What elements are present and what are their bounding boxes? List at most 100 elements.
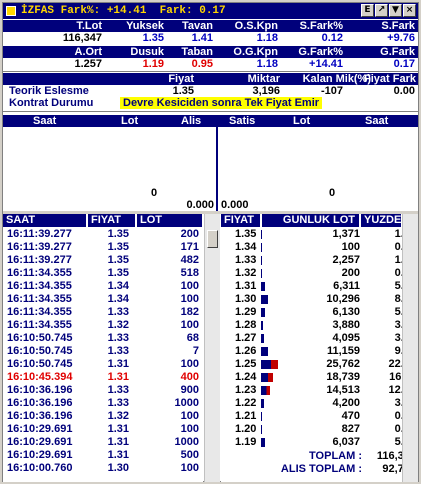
trade-row[interactable]: 16:11:34.355 1.34 100 — [3, 280, 203, 293]
ob-hdr-saat-buy[interactable]: Saat — [33, 115, 56, 127]
val-sfark: +9.76 — [387, 32, 415, 44]
depth-row[interactable]: 1.2418,73916.11 — [221, 371, 418, 384]
trades-list[interactable]: SAAT FIYAT LOT 16:11:39.277 1.35 200 16:11:… — [3, 214, 203, 482]
depth-price: 1.25 — [235, 358, 257, 370]
detach-icon[interactable]: ↗ — [375, 4, 388, 17]
trades-scrollbar[interactable] — [204, 214, 220, 482]
teorik-row: Teorik Eslesme 1.35 3,196 -107 0.00 — [3, 85, 418, 97]
ob-hdr-saat-sell[interactable]: Saat — [365, 115, 388, 127]
depth-price: 1.26 — [235, 345, 257, 357]
depth-bar — [261, 425, 262, 434]
depth-price: 1.34 — [235, 241, 257, 253]
trade-row[interactable]: 16:10:36.196 1.32 100 — [3, 410, 203, 423]
depth-row[interactable]: 1.2525,76222.14 — [221, 358, 418, 371]
depth-row[interactable]: 1.208270.71 — [221, 423, 418, 436]
hdr-yuksek: Yuksek — [126, 20, 164, 32]
depth-row[interactable]: 1.341000.09 — [221, 241, 418, 254]
trade-row[interactable]: 16:11:34.355 1.35 518 — [3, 267, 203, 280]
trade-row[interactable]: 16:10:45.394 1.31 400 — [3, 371, 203, 384]
ob-hdr-lot-buy[interactable]: Lot — [121, 115, 138, 127]
depth-bar — [261, 347, 268, 356]
depth-row[interactable]: 1.2314,51312.47 — [221, 384, 418, 397]
trade-lot: 1000 — [174, 436, 199, 448]
trade-time: 16:11:39.277 — [7, 241, 72, 253]
trade-lot: 200 — [180, 228, 199, 240]
depth-lot: 4,200 — [332, 397, 360, 409]
depth-row[interactable]: 1.274,0953.52 — [221, 332, 418, 345]
trade-lot: 100 — [180, 319, 199, 331]
trade-row[interactable]: 16:11:34.355 1.33 182 — [3, 306, 203, 319]
depth-price: 1.32 — [235, 267, 257, 279]
ob-hdr-alis[interactable]: Alis — [181, 115, 201, 127]
depth-lot: 3,880 — [332, 319, 360, 331]
trade-row[interactable]: 16:11:34.355 1.34 100 — [3, 293, 203, 306]
trade-row[interactable]: 16:10:50.745 1.33 68 — [3, 332, 203, 345]
depth-lot: 6,037 — [332, 436, 360, 448]
window-menu-icon[interactable] — [6, 6, 16, 16]
ob-hdr-satis[interactable]: Satis — [229, 115, 255, 127]
depth-row[interactable]: 1.2611,1599.59 — [221, 345, 418, 358]
depth-row[interactable]: 1.316,3115.42 — [221, 280, 418, 293]
depth-scrollbar[interactable] — [402, 214, 418, 482]
scroll-thumb[interactable] — [207, 230, 218, 248]
val-taban: 0.95 — [191, 58, 213, 70]
trade-row[interactable]: 16:11:39.277 1.35 171 — [3, 241, 203, 254]
trade-lot: 900 — [180, 384, 199, 396]
trade-price: 1.30 — [107, 462, 129, 474]
trade-row[interactable]: 16:10:00.760 1.30 100 — [3, 462, 203, 475]
trade-row[interactable]: 16:10:29.691 1.31 500 — [3, 449, 203, 462]
trade-row[interactable]: 16:11:39.277 1.35 482 — [3, 254, 203, 267]
trade-row[interactable]: 16:10:29.691 1.31 100 — [3, 423, 203, 436]
ob-hdr-lot-sell[interactable]: Lot — [293, 115, 310, 127]
depth-list[interactable]: FIYAT GUNLUK LOT YUZDE TOPLAM : 116,347 … — [221, 214, 418, 482]
trade-row[interactable]: 16:10:29.691 1.31 1000 — [3, 436, 203, 449]
depth-row[interactable]: 1.332,2571.94 — [221, 254, 418, 267]
toplam-label: TOPLAM : — [309, 450, 362, 462]
hdr-ogkpn: O.G.Kpn — [233, 46, 278, 58]
depth-row[interactable]: 1.224,2003.61 — [221, 397, 418, 410]
trade-row[interactable]: 16:10:36.196 1.33 1000 — [3, 397, 203, 410]
dropdown-icon[interactable]: ▼ — [389, 4, 402, 17]
depth-price: 1.22 — [235, 397, 257, 409]
hdr-oskpn: O.S.Kpn — [234, 20, 278, 32]
close-icon[interactable]: × — [403, 4, 416, 17]
orderbook-area[interactable]: 0 0.000 0.000 0 — [3, 127, 418, 211]
trades-hdr-lot[interactable]: LOT — [137, 214, 203, 227]
hdr-sfark: S.Fark — [381, 20, 415, 32]
depth-row[interactable]: 1.322000.17 — [221, 267, 418, 280]
depth-price: 1.27 — [235, 332, 257, 344]
trade-price: 1.33 — [107, 345, 129, 357]
trade-row[interactable]: 16:11:39.277 1.35 200 — [3, 228, 203, 241]
trade-price: 1.34 — [107, 293, 129, 305]
depth-row[interactable]: 1.351,3711.18 — [221, 228, 418, 241]
depth-hdr-lot[interactable]: GUNLUK LOT — [262, 214, 360, 227]
depth-row[interactable]: 1.196,0375.19 — [221, 436, 418, 449]
depth-row[interactable]: 1.214700.40 — [221, 410, 418, 423]
depth-lot: 14,513 — [326, 384, 360, 396]
depth-hdr-fiyat[interactable]: FIYAT — [221, 214, 261, 227]
title-bar[interactable]: İZFAS Fark%: +14.41 Fark: 0.17 E ↗ ▼ × — [3, 3, 418, 19]
trade-time: 16:10:36.196 — [7, 397, 73, 409]
depth-bar — [261, 373, 273, 382]
summary-header-2: A.Ort Dusuk Taban O.G.Kpn G.Fark% G.Fark — [3, 46, 418, 58]
depth-row[interactable]: 1.3010,2968.85 — [221, 293, 418, 306]
trade-price: 1.32 — [107, 319, 129, 331]
trades-hdr-fiyat[interactable]: FIYAT — [88, 214, 136, 227]
e-button[interactable]: E — [361, 4, 374, 17]
trade-price: 1.35 — [107, 241, 129, 253]
trade-time: 16:11:39.277 — [7, 228, 72, 240]
trade-lot: 7 — [192, 345, 199, 357]
divider — [3, 111, 418, 112]
depth-row[interactable]: 1.283,8803.33 — [221, 319, 418, 332]
hdr-aort: A.Ort — [74, 46, 103, 58]
hdr-tavan: Tavan — [182, 20, 213, 32]
trade-row[interactable]: 16:10:36.196 1.33 900 — [3, 384, 203, 397]
trade-row[interactable]: 16:11:34.355 1.32 100 — [3, 319, 203, 332]
depth-price: 1.21 — [235, 410, 257, 422]
hdr-dusuk: Dusuk — [130, 46, 164, 58]
trade-row[interactable]: 16:10:50.745 1.31 100 — [3, 358, 203, 371]
trades-hdr-saat[interactable]: SAAT — [3, 214, 87, 227]
trade-row[interactable]: 16:10:50.745 1.33 7 — [3, 345, 203, 358]
depth-row[interactable]: 1.296,1305.27 — [221, 306, 418, 319]
depth-hdr-yuzde[interactable]: YUZDE — [361, 214, 402, 227]
